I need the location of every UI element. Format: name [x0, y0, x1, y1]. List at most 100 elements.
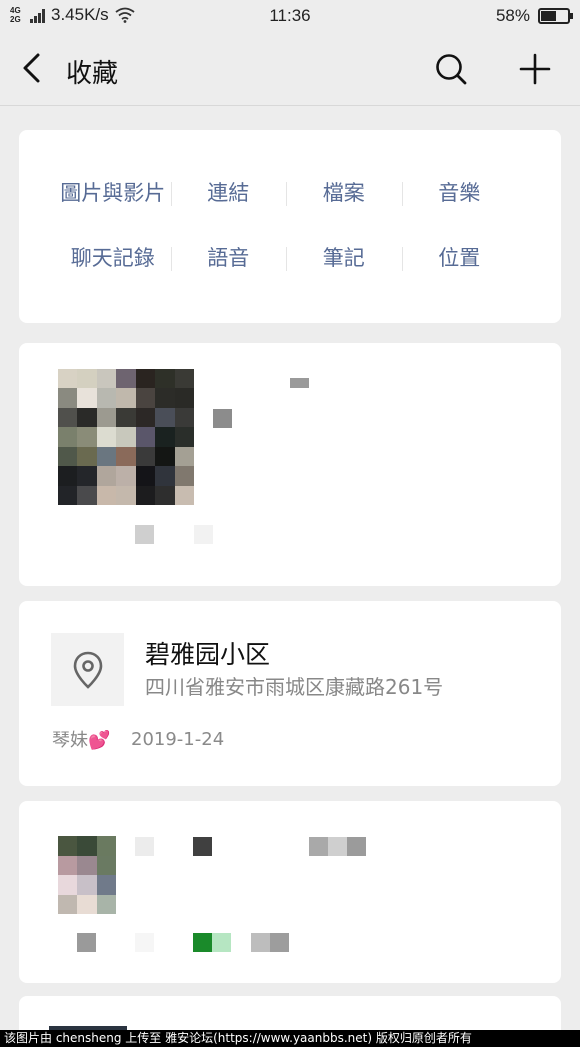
mosaic-cell — [77, 466, 97, 486]
mosaic-cell — [96, 369, 117, 389]
pixelated-block — [135, 525, 154, 544]
mosaic-cell — [116, 485, 136, 505]
pixelated-block — [212, 933, 231, 952]
pixelated-block — [328, 837, 347, 856]
mosaic-cell — [155, 369, 175, 389]
category-row-2: 聊天記錄 語音 筆記 位置 — [19, 243, 561, 273]
mosaic-cell — [155, 407, 175, 428]
mosaic-cell — [77, 427, 97, 447]
mosaic-cell — [77, 836, 97, 856]
mosaic-cell — [96, 485, 117, 505]
status-bar: 4G 2G 3.45K/s 11:36 58% — [0, 0, 580, 32]
location-title: 碧雅园小区 — [145, 640, 271, 669]
mosaic-cell — [155, 446, 175, 467]
mosaic-cell — [77, 388, 97, 408]
mosaic-cell — [96, 407, 117, 428]
mosaic-cell — [58, 388, 78, 408]
mosaic-cell — [116, 466, 136, 486]
mosaic-cell — [116, 427, 136, 447]
category-music[interactable]: 音樂 — [401, 178, 518, 208]
mosaic-cell — [77, 855, 97, 875]
search-icon[interactable] — [432, 50, 470, 88]
mosaic-cell — [155, 466, 175, 486]
favorite-item-link[interactable] — [19, 801, 561, 983]
category-photos-videos[interactable]: 圖片與影片 — [55, 178, 171, 208]
mosaic-cell — [135, 369, 156, 389]
favorite-date: 2019-1-24 — [131, 729, 225, 750]
mosaic-cell — [77, 446, 97, 467]
battery-fill — [541, 11, 557, 21]
page-title: 收藏 — [66, 59, 119, 89]
mosaic-cell — [116, 388, 136, 408]
mosaic-cell — [174, 446, 194, 467]
mosaic-cell — [155, 485, 175, 505]
pixelated-block — [347, 837, 366, 856]
category-links[interactable]: 連結 — [170, 178, 287, 208]
mosaic-cell — [58, 407, 78, 428]
mosaic-cell — [135, 446, 156, 467]
mosaic-cell — [96, 875, 116, 895]
location-pin-icon — [73, 651, 102, 689]
mosaic-cell — [174, 407, 194, 428]
mosaic-cell — [116, 407, 136, 428]
mosaic-cell — [77, 369, 97, 389]
pixelated-block — [270, 933, 289, 952]
battery-icon — [538, 8, 573, 24]
pixelated-block — [309, 837, 328, 856]
pixelated-block — [251, 933, 270, 952]
mosaic-cell — [96, 855, 116, 875]
mosaic-cell — [96, 466, 117, 486]
pixelated-block — [77, 933, 96, 952]
pixelated-thumbnail — [58, 369, 194, 505]
mosaic-cell — [135, 407, 156, 428]
mosaic-cell — [135, 388, 156, 408]
favorite-item-image[interactable] — [19, 343, 561, 586]
add-icon[interactable] — [516, 50, 554, 88]
mosaic-cell — [58, 485, 78, 505]
location-address: 四川省雅安市雨城区康藏路261号 — [145, 675, 444, 699]
battery-percent: 58% — [495, 6, 530, 25]
mosaic-cell — [77, 485, 97, 505]
mosaic-cell — [96, 894, 116, 914]
mosaic-cell — [58, 836, 78, 856]
pixelated-block — [193, 837, 212, 856]
category-chat-history[interactable]: 聊天記錄 — [55, 243, 171, 273]
mosaic-cell — [116, 369, 136, 389]
mosaic-cell — [58, 875, 78, 895]
status-right: 58% — [495, 6, 573, 26]
mosaic-cell — [58, 369, 78, 389]
category-notes[interactable]: 筆記 — [286, 243, 402, 273]
mosaic-cell — [96, 427, 117, 447]
category-files[interactable]: 檔案 — [286, 178, 402, 208]
mosaic-cell — [77, 875, 97, 895]
mosaic-cell — [96, 446, 117, 467]
mosaic-cell — [135, 427, 156, 447]
mosaic-cell — [77, 407, 97, 428]
mosaic-cell — [174, 427, 194, 447]
mosaic-cell — [77, 894, 97, 914]
mosaic-cell — [174, 388, 194, 408]
mosaic-cell — [174, 485, 194, 505]
favorite-source: 琴妹💕 — [52, 730, 111, 751]
back-icon[interactable] — [16, 50, 52, 86]
mosaic-cell — [58, 855, 78, 875]
pixelated-block — [213, 409, 232, 428]
category-location[interactable]: 位置 — [401, 243, 518, 273]
pixelated-block — [135, 837, 154, 856]
mosaic-cell — [58, 427, 78, 447]
category-voice[interactable]: 語音 — [170, 243, 287, 273]
mosaic-cell — [155, 388, 175, 408]
pixelated-thumbnail — [58, 836, 116, 914]
pixelated-block — [194, 525, 213, 544]
mosaic-cell — [155, 427, 175, 447]
favorite-item-location[interactable]: 碧雅园小区 四川省雅安市雨城区康藏路261号 琴妹💕 2019-1-24 — [19, 601, 561, 786]
mosaic-cell — [135, 466, 156, 486]
mosaic-cell — [58, 446, 78, 467]
mosaic-cell — [58, 894, 78, 914]
status-time: 11:36 — [269, 6, 311, 25]
mosaic-cell — [174, 466, 194, 486]
category-row-1: 圖片與影片 連結 檔案 音樂 — [19, 178, 561, 208]
category-card: 圖片與影片 連結 檔案 音樂 聊天記錄 語音 筆記 位置 — [19, 130, 561, 323]
mosaic-cell — [116, 446, 136, 467]
mosaic-cell — [174, 369, 194, 389]
